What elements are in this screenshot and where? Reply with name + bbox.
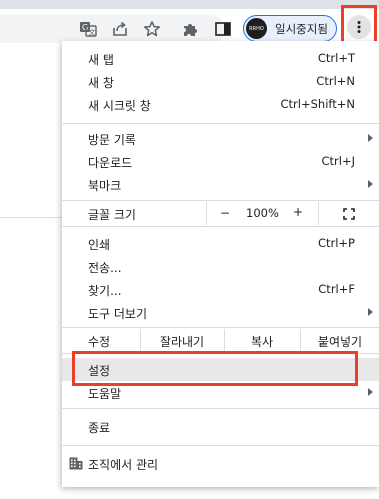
menu-item-label: 다운로드	[88, 156, 133, 170]
menu-separator	[62, 226, 379, 227]
menu-item-shortcut: Ctrl+Shift+N	[280, 97, 355, 111]
svg-text:文: 文	[89, 28, 96, 37]
page-content	[0, 47, 62, 218]
menu-item-exit[interactable]: 종료	[62, 415, 379, 438]
menu-item-label: 찾기...	[88, 284, 122, 298]
menu-item-print[interactable]: 인쇄 Ctrl+P	[62, 232, 379, 255]
menu-item-label: 새 창	[88, 76, 114, 90]
zoom-divider	[318, 202, 319, 225]
extensions-puzzle-icon[interactable]	[181, 19, 201, 39]
zoom-out-button[interactable]: −	[220, 206, 230, 220]
menu-item-zoom: 글꼴 크기 − 100% +	[62, 202, 379, 225]
bookmark-star-icon[interactable]	[141, 18, 163, 40]
menu-item-downloads[interactable]: 다운로드 Ctrl+J	[62, 150, 379, 173]
menu-item-label: 북마크	[88, 179, 122, 193]
submenu-arrow-icon	[368, 180, 373, 188]
menu-item-cast[interactable]: 전송...	[62, 255, 379, 278]
menu-item-history[interactable]: 방문 기록	[62, 127, 379, 150]
menu-item-new-incognito-window[interactable]: 새 시크릿 창 Ctrl+Shift+N	[62, 93, 379, 116]
menu-item-label: 종료	[88, 421, 111, 435]
menu-item-label: 조직에서 관리	[88, 458, 159, 472]
menu-item-new-window[interactable]: 새 창 Ctrl+N	[62, 70, 379, 93]
menu-item-label: 새 탭	[88, 53, 114, 67]
profile-button[interactable]: RRHO 일시중지됨	[243, 15, 337, 42]
menu-separator	[62, 445, 379, 446]
submenu-arrow-icon	[368, 134, 373, 142]
edit-divider	[300, 329, 301, 352]
svg-text:G: G	[82, 23, 88, 32]
building-icon	[69, 457, 83, 470]
submenu-arrow-icon	[368, 308, 373, 316]
avatar: RRHO	[246, 18, 267, 39]
menu-item-shortcut: Ctrl+T	[317, 51, 355, 65]
menu-item-label: 방문 기록	[88, 133, 136, 147]
copy-button[interactable]: 복사	[232, 333, 292, 350]
menu-item-shortcut: Ctrl+P	[317, 236, 355, 250]
menu-separator	[62, 408, 379, 409]
zoom-in-button[interactable]: +	[293, 205, 303, 219]
menu-separator	[62, 200, 379, 201]
menu-item-managed-by-organization[interactable]: 조직에서 관리	[62, 452, 379, 475]
menu-item-shortcut: Ctrl+J	[321, 154, 356, 168]
side-panel-icon[interactable]	[213, 19, 233, 39]
menu-item-bookmarks[interactable]: 북마크	[62, 173, 379, 196]
translate-icon[interactable]: G 文	[78, 19, 98, 39]
browser-window: G 文 RRHO 일시중지됨 새 탭 Ctrl+T 새 창 Ctrl+N 새 시…	[0, 0, 379, 499]
zoom-level-value: 100%	[246, 206, 279, 220]
menu-item-new-tab[interactable]: 새 탭 Ctrl+T	[62, 47, 379, 70]
paste-button[interactable]: 붙여넣기	[305, 333, 375, 350]
menu-item-edit: 수정 잘라내기 복사 붙여넣기	[62, 329, 379, 352]
menu-item-label: 도움말	[88, 387, 122, 401]
cut-button[interactable]: 잘라내기	[147, 333, 217, 350]
menu-item-label: 도구 더보기	[88, 307, 148, 321]
edit-divider	[140, 329, 141, 352]
edit-label: 수정	[88, 335, 111, 349]
zoom-label: 글꼴 크기	[88, 208, 136, 222]
chrome-main-menu: 새 탭 Ctrl+T 새 창 Ctrl+N 새 시크릿 창 Ctrl+Shift…	[62, 41, 379, 487]
menu-separator	[62, 327, 379, 328]
menu-item-label: 인쇄	[88, 238, 111, 252]
menu-item-label: 전송...	[88, 261, 122, 275]
menu-item-label: 새 시크릿 창	[88, 99, 151, 113]
profile-status-label: 일시중지됨	[275, 21, 328, 36]
menu-separator	[62, 123, 379, 124]
menu-item-shortcut: Ctrl+N	[316, 74, 355, 88]
edit-divider	[224, 329, 225, 352]
tab-strip	[0, 0, 379, 9]
submenu-arrow-icon	[368, 388, 373, 396]
menu-item-more-tools[interactable]: 도구 더보기	[62, 301, 379, 324]
zoom-divider	[206, 202, 207, 225]
settings-highlight-annotation	[72, 351, 358, 386]
fullscreen-icon[interactable]	[343, 208, 355, 220]
share-icon[interactable]	[110, 19, 130, 39]
menu-item-find[interactable]: 찾기... Ctrl+F	[62, 278, 379, 301]
menu-item-shortcut: Ctrl+F	[318, 282, 355, 296]
